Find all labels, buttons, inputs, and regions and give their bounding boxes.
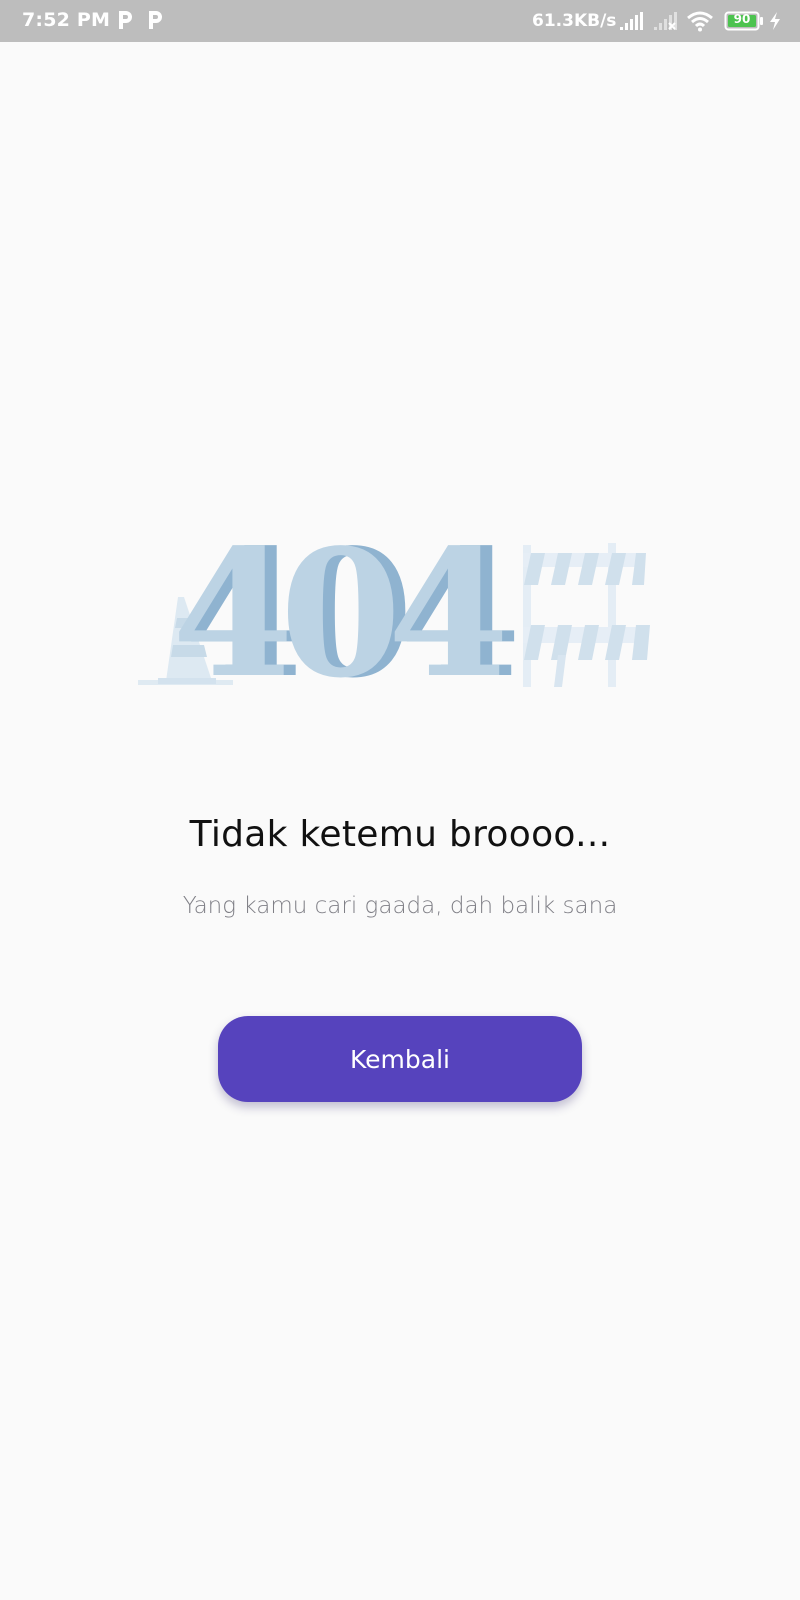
404-code: 404	[172, 535, 503, 690]
status-time: 7:52 PM	[22, 9, 111, 31]
road-barrier-icon	[523, 543, 650, 687]
404-illustration: 404 404	[138, 535, 650, 690]
p-notification-icon	[119, 11, 132, 29]
wifi-icon	[687, 11, 713, 32]
p-notification-icon	[149, 11, 162, 29]
network-speed: 61.3KB/s	[532, 11, 617, 31]
battery-level: 90	[733, 12, 751, 26]
page-title: Tidak ketemu broooo...	[189, 814, 611, 855]
page-subtitle: Yang kamu cari gaada, dah balik sana	[182, 893, 618, 919]
charging-bolt-icon	[770, 12, 780, 30]
status-bar: 7:52 PM 61.3KB/s 90	[0, 0, 800, 42]
signal-no-service-icon	[654, 12, 677, 30]
signal-icon	[620, 12, 643, 30]
back-button[interactable]: Kembali	[218, 1016, 582, 1102]
